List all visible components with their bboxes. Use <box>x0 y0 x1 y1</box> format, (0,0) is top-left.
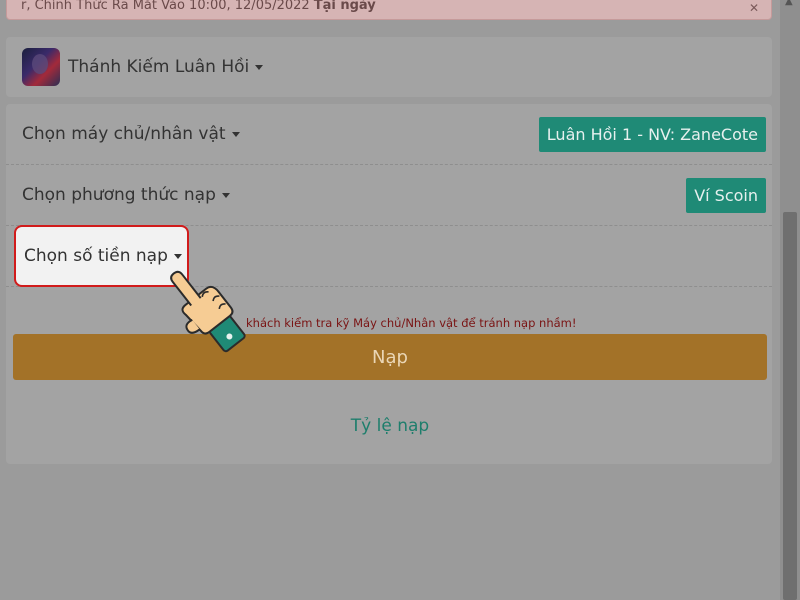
rate-link-text[interactable]: Tỷ lệ nạp <box>351 416 429 436</box>
payment-method-row: Chọn phương thức nạp Ví Scoin <box>6 165 772 226</box>
close-icon[interactable]: ✕ <box>749 1 759 15</box>
scroll-up-icon[interactable]: ▲ <box>785 0 793 7</box>
server-character-dropdown[interactable]: Chọn máy chủ/nhân vật <box>22 124 240 144</box>
caret-down-icon <box>255 64 264 70</box>
selected-method-badge[interactable]: Ví Scoin <box>686 177 766 213</box>
payment-method-dropdown[interactable]: Chọn phương thức nạp <box>22 185 230 205</box>
caret-down-icon <box>231 131 240 137</box>
page-background: r, Chính Thức Ra Mắt Vào 10:00, 12/05/20… <box>0 0 800 600</box>
game-name: Thánh Kiếm Luân Hồi <box>68 57 264 77</box>
notice-bold-text: Tại ngày <box>313 0 376 13</box>
selected-server-badge[interactable]: Luân Hồi 1 - NV: ZaneCote <box>538 116 766 152</box>
scrollbar[interactable]: ▲ <box>780 0 800 600</box>
game-name-text: Thánh Kiếm Luân Hồi <box>68 57 250 77</box>
server-character-label: Chọn máy chủ/nhân vật <box>22 124 226 144</box>
rate-link: Tỷ lệ nạp <box>0 416 780 436</box>
amount-label: Chọn số tiền nạp <box>24 246 168 266</box>
pointing-hand-icon <box>170 270 246 353</box>
topup-submit-button[interactable]: Nạp <box>13 334 767 380</box>
notice-text: r, Chính Thức Ra Mắt Vào 10:00, 12/05/20… <box>21 0 310 13</box>
caret-down-icon <box>173 253 182 259</box>
caret-down-icon <box>221 192 230 198</box>
server-character-row: Chọn máy chủ/nhân vật Luân Hồi 1 - NV: Z… <box>6 104 772 165</box>
payment-method-label: Chọn phương thức nạp <box>22 185 216 205</box>
scrollbar-thumb[interactable] <box>783 212 797 600</box>
game-selector[interactable]: Thánh Kiếm Luân Hồi <box>6 37 772 97</box>
notice-bar: r, Chính Thức Ra Mắt Vào 10:00, 12/05/20… <box>6 0 772 20</box>
warning-text: khách kiểm tra kỹ Máy chủ/Nhân vật để tr… <box>246 316 577 330</box>
game-thumbnail <box>22 48 60 86</box>
